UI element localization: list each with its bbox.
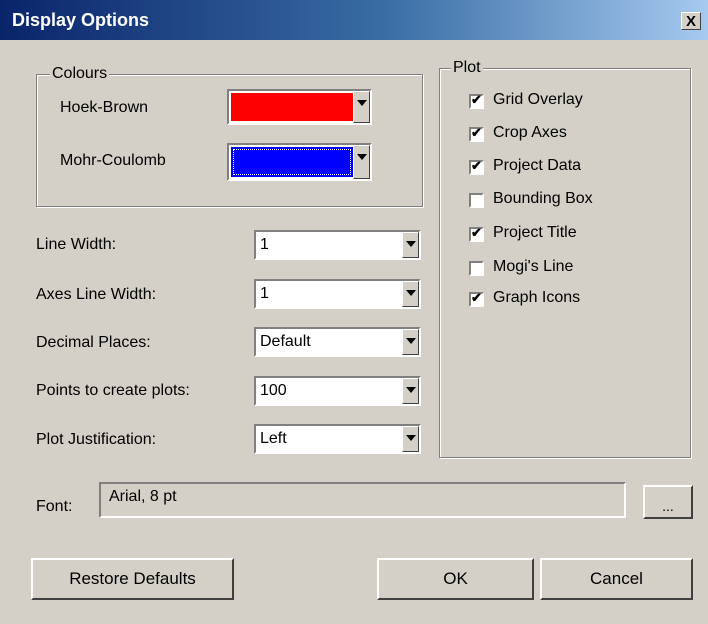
window-title: Display Options [12,10,150,30]
project-title-label: Project Title [493,224,577,241]
chevron-down-icon[interactable] [402,426,419,452]
plot-justification-label: Plot Justification: [36,431,157,448]
plot-legend: Plot [451,59,483,77]
grid-overlay-checkbox[interactable] [469,92,484,109]
chevron-down-icon[interactable] [402,232,419,258]
grid-overlay-label: Grid Overlay [493,91,583,108]
points-select[interactable]: 100 [254,376,421,406]
project-data-checkbox[interactable] [469,158,484,175]
font-value: Arial, 8 pt [109,488,177,505]
chevron-down-icon[interactable] [353,145,370,179]
graph-icons-checkbox[interactable] [469,290,484,307]
font-label: Font: [36,498,73,515]
axes-line-width-label: Axes Line Width: [36,286,157,303]
font-field: Arial, 8 pt [99,482,626,518]
restore-defaults-button[interactable]: Restore Defaults [31,558,234,600]
mohr-coulomb-swatch [231,147,353,177]
graph-icons-label: Graph Icons [493,289,581,306]
ok-button[interactable]: OK [377,558,534,600]
hoek-brown-label: Hoek-Brown [60,99,149,116]
line-width-select[interactable]: 1 [254,230,421,260]
colours-legend: Colours [50,65,110,83]
plot-justification-select[interactable]: Left [254,424,421,454]
chevron-down-icon[interactable] [353,91,370,123]
mohr-coulomb-label: Mohr-Coulomb [60,152,166,169]
line-width-label: Line Width: [36,236,117,253]
title-bar: Display Options X [0,0,708,40]
mogis-line-checkbox[interactable] [469,261,484,276]
hoek-brown-color-picker[interactable] [227,89,372,125]
decimal-places-select[interactable]: Default [254,327,421,357]
cancel-button[interactable]: Cancel [540,558,693,600]
decimal-places-label: Decimal Places: [36,334,151,351]
project-title-checkbox[interactable] [469,225,484,242]
hoek-brown-swatch [231,93,353,121]
decimal-places-value: Default [260,333,311,350]
mogis-line-label: Mogi's Line [493,258,574,275]
points-value: 100 [260,382,287,399]
crop-axes-label: Crop Axes [493,124,567,141]
line-width-value: 1 [260,236,269,253]
axes-line-width-value: 1 [260,285,269,302]
axes-line-width-select[interactable]: 1 [254,279,421,309]
chevron-down-icon[interactable] [402,378,419,404]
bounding-box-label: Bounding Box [493,190,593,207]
crop-axes-checkbox[interactable] [469,125,484,142]
mohr-coulomb-color-picker[interactable] [227,143,372,181]
chevron-down-icon[interactable] [402,329,419,355]
close-button[interactable]: X [681,12,701,30]
points-label: Points to create plots: [36,382,190,399]
chevron-down-icon[interactable] [402,281,419,307]
font-browse-button[interactable]: ... [643,485,693,519]
project-data-label: Project Data [493,157,582,174]
bounding-box-checkbox[interactable] [469,193,484,208]
plot-justification-value: Left [260,430,287,447]
